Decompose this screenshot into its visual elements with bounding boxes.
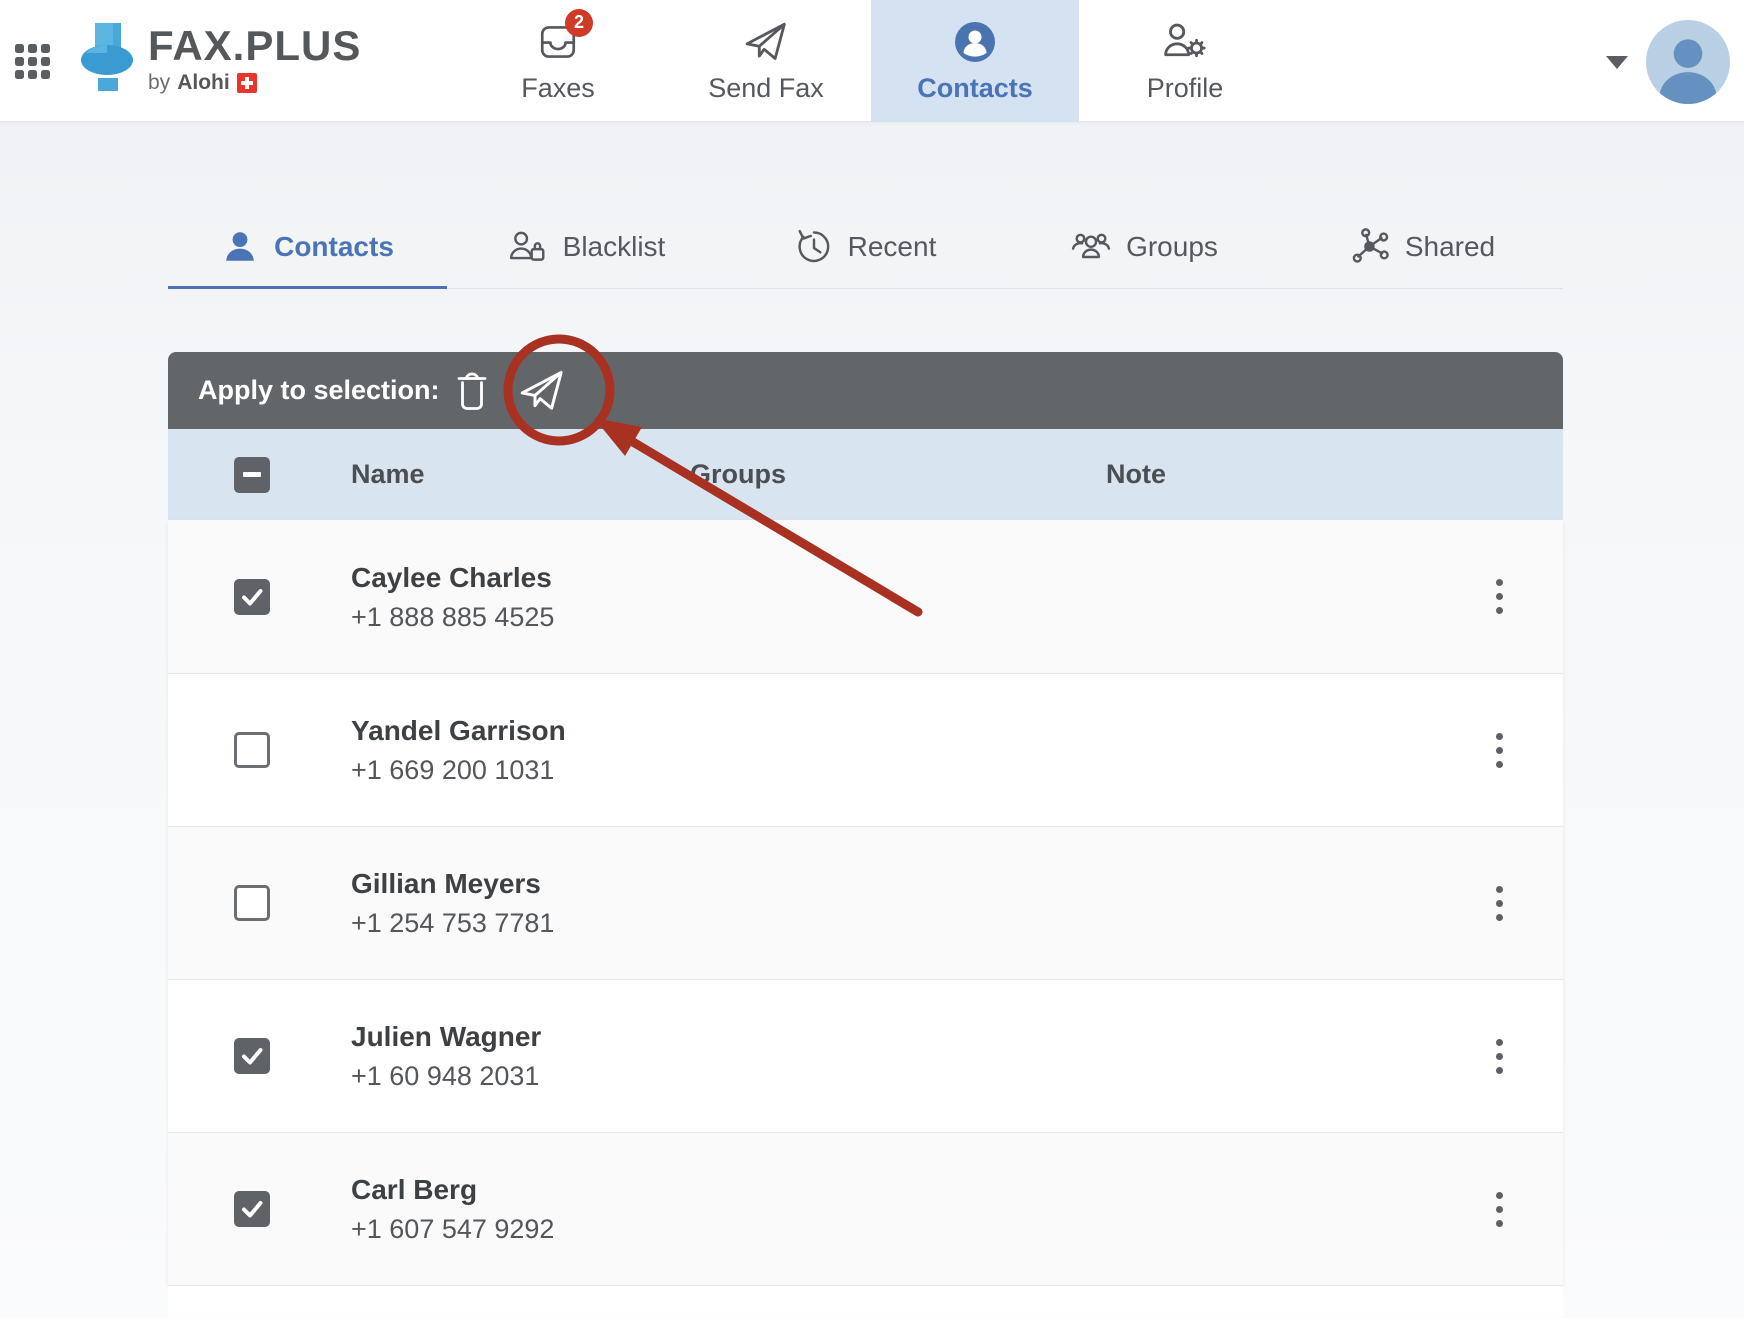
tab-shared[interactable]: Shared <box>1284 206 1563 288</box>
row-checkbox[interactable] <box>234 885 270 921</box>
row-more-actions-button[interactable] <box>1476 565 1524 629</box>
brand-byline: byAlohi <box>148 71 361 95</box>
column-header-groups: Groups <box>690 459 1106 490</box>
contact-row[interactable]: Caylee Charles +1 888 885 4525 <box>168 520 1563 673</box>
select-all-checkbox[interactable] <box>234 457 270 493</box>
contact-name: Caylee Charles <box>351 558 690 598</box>
row-more-actions-button[interactable] <box>1476 1024 1524 1088</box>
row-checkbox[interactable] <box>234 732 270 768</box>
unread-badge: 2 <box>565 9 593 37</box>
paper-plane-icon <box>743 19 789 65</box>
trash-icon <box>453 369 491 413</box>
row-checkbox[interactable] <box>234 1191 270 1227</box>
fax-plus-logo-icon <box>80 21 134 104</box>
row-more-actions-button[interactable] <box>1476 1177 1524 1241</box>
people-group-icon <box>1071 228 1111 266</box>
apps-grid-icon[interactable] <box>14 43 52 81</box>
contact-row[interactable]: Julien Wagner +1 60 948 2031 <box>168 979 1563 1132</box>
tab-contacts[interactable]: Contacts <box>168 206 447 288</box>
column-header-name: Name <box>351 459 690 490</box>
inbox-icon: 2 <box>535 19 581 65</box>
nav-item-faxes[interactable]: 2 Faxes <box>454 0 662 122</box>
brand-logo[interactable]: FAX.PLUS byAlohi <box>80 21 361 104</box>
nav-item-contacts[interactable]: Contacts <box>871 0 1079 122</box>
tab-recent[interactable]: Recent <box>726 206 1005 288</box>
contact-rows: Caylee Charles +1 888 885 4525 Yandel Ga… <box>168 520 1563 1285</box>
row-more-actions-button[interactable] <box>1476 871 1524 935</box>
contact-phone: +1 669 200 1031 <box>351 751 690 789</box>
contact-phone: +1 254 753 7781 <box>351 904 690 942</box>
contact-row[interactable]: Gillian Meyers +1 254 753 7781 <box>168 826 1563 979</box>
brand-title: FAX.PLUS <box>148 21 361 71</box>
row-checkbox[interactable] <box>234 1038 270 1074</box>
next-row-partial <box>168 1285 1563 1317</box>
bulk-action-toolbar: Apply to selection: <box>168 352 1563 429</box>
row-checkbox[interactable] <box>234 579 270 615</box>
toolbar-label: Apply to selection: <box>198 375 440 406</box>
share-network-icon <box>1352 228 1390 266</box>
tab-groups[interactable]: Groups <box>1005 206 1284 288</box>
send-fax-to-selection-button[interactable] <box>518 367 566 415</box>
contact-name: Carl Berg <box>351 1170 690 1210</box>
top-nav: FAX.PLUS byAlohi 2 Faxes Send Fax <box>0 0 1744 122</box>
contact-row[interactable]: Yandel Garrison +1 669 200 1031 <box>168 673 1563 826</box>
contact-phone: +1 888 885 4525 <box>351 598 690 636</box>
kebab-icon <box>1496 1192 1503 1199</box>
kebab-icon <box>1496 579 1503 586</box>
contacts-page: Contacts Blacklist Recent <box>168 206 1563 1317</box>
contact-name: Julien Wagner <box>351 1017 690 1057</box>
contact-row[interactable]: Carl Berg +1 607 547 9292 <box>168 1132 1563 1285</box>
profile-gear-icon <box>1162 19 1208 65</box>
kebab-icon <box>1496 1039 1503 1046</box>
contact-person-icon <box>952 19 998 65</box>
user-avatar[interactable] <box>1646 20 1730 104</box>
history-clock-icon <box>795 228 833 266</box>
contact-phone: +1 60 948 2031 <box>351 1057 690 1095</box>
kebab-icon <box>1496 886 1503 893</box>
contacts-tab-bar: Contacts Blacklist Recent <box>168 206 1563 289</box>
table-header-row: Name Groups Note <box>168 429 1563 520</box>
contact-phone: +1 607 547 9292 <box>351 1210 690 1248</box>
kebab-icon <box>1496 733 1503 740</box>
row-more-actions-button[interactable] <box>1476 718 1524 782</box>
column-header-note: Note <box>1106 459 1436 490</box>
contact-name: Gillian Meyers <box>351 864 690 904</box>
swiss-flag-icon <box>237 73 257 93</box>
person-lock-icon <box>508 228 548 266</box>
contact-name: Yandel Garrison <box>351 711 690 751</box>
tab-blacklist[interactable]: Blacklist <box>447 206 726 288</box>
nav-item-send-fax[interactable]: Send Fax <box>662 0 870 122</box>
person-filled-icon <box>221 228 259 266</box>
paper-plane-icon <box>519 368 565 414</box>
nav-item-profile[interactable]: Profile <box>1081 0 1289 122</box>
account-menu-caret-icon[interactable] <box>1606 56 1628 69</box>
delete-selection-button[interactable] <box>448 367 496 415</box>
